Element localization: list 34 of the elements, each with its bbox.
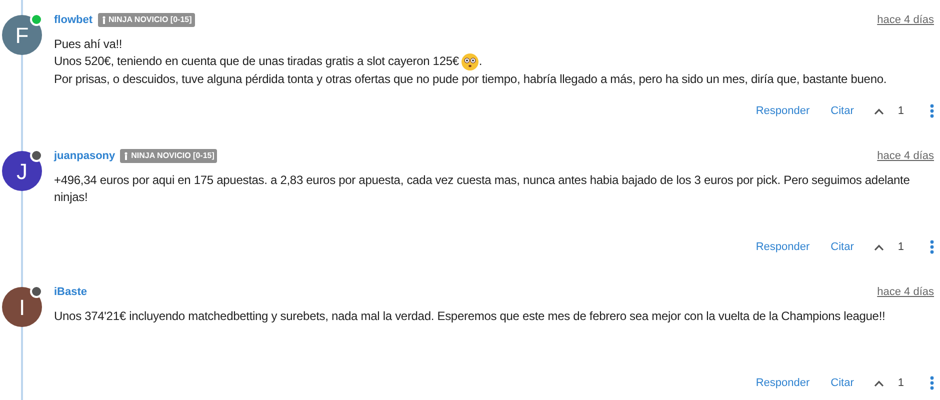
avatar[interactable]: F: [2, 15, 42, 55]
timestamp-link[interactable]: hace 4 días: [877, 284, 934, 300]
figure-icon: [123, 152, 130, 160]
comment-text: Por prisas, o descuidos, tuve alguna pérdida tonta y otras ofertas que no pude por tiempo, habría llegado a más, pero ha sido un mes, diría que, bastante bueno.: [54, 70, 887, 88]
rank-badge: NINJA NOVICIO [0-15]: [98, 13, 195, 27]
vote-count: 1: [898, 376, 904, 391]
rank-badge: NINJA NOVICIO [0-15]: [120, 149, 218, 163]
author-link[interactable]: flowbet: [54, 12, 92, 28]
comment-text: Pues ahí va!!: [54, 36, 122, 53]
avatar[interactable]: I: [2, 287, 42, 327]
more-options-icon[interactable]: [930, 104, 934, 118]
quote-link[interactable]: Citar: [830, 374, 854, 392]
timestamp-link[interactable]: hace 4 días: [877, 148, 934, 164]
upvote-icon[interactable]: [874, 380, 884, 386]
comment-text: Unos 520€, teniendo en cuenta que de unas tiradas gratis a slot cayeron 125€: [54, 53, 459, 70]
timestamp-link[interactable]: hace 4 días: [877, 12, 934, 28]
more-options-icon[interactable]: [930, 376, 934, 390]
vote-count: 1: [898, 240, 904, 255]
reply-link[interactable]: Responder: [756, 374, 810, 392]
author-link[interactable]: juanpasony: [54, 148, 116, 164]
figure-icon: [100, 16, 106, 24]
comment-text: +496,34 euros por aqui en 175 apuestas. a 2,83 euros por apuesta, cada vez cuesta mas, nunca antes habia bajado de los 3 euros por pick. Pero seguimos adelante ninjas!: [54, 172, 911, 206]
quote-link[interactable]: Citar: [830, 238, 854, 256]
author-link[interactable]: iBaste: [54, 284, 88, 300]
reply-link[interactable]: Responder: [756, 102, 810, 120]
more-options-icon[interactable]: [930, 240, 934, 254]
quote-link[interactable]: Citar: [830, 102, 854, 120]
comment-text: Unos 374'21€ incluyendo matchedbetting y surebets, nada mal la verdad. Esperemos que este mes de febrero sea mejor con la vuelta de la Champions league!!: [54, 308, 886, 325]
period-text: .: [478, 53, 482, 70]
vote-count: 1: [898, 104, 904, 119]
upvote-icon[interactable]: [874, 244, 884, 250]
reply-link[interactable]: Responder: [756, 238, 810, 256]
upvote-icon[interactable]: [874, 108, 884, 114]
avatar[interactable]: J: [2, 151, 42, 191]
